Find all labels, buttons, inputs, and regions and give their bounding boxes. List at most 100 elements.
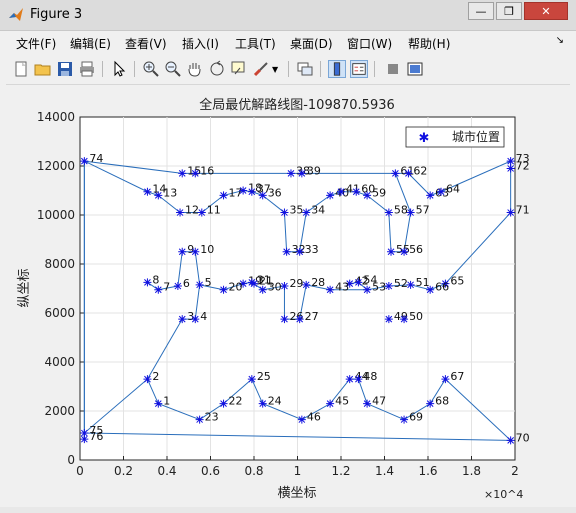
city-label: 22	[229, 395, 243, 408]
city-marker-icon	[143, 375, 152, 384]
menu-view[interactable]: 查看(V)	[125, 35, 167, 52]
show-plot-tools-icon[interactable]	[406, 60, 424, 78]
city-label: 31	[257, 273, 271, 286]
toolbar: ▼	[6, 56, 570, 85]
city-marker-icon	[426, 399, 435, 408]
city-marker-icon	[404, 169, 413, 178]
close-button[interactable]: ✕	[524, 2, 568, 20]
city-marker-icon	[297, 169, 306, 178]
city-marker-icon	[191, 315, 200, 324]
x-tick-label: 0	[76, 464, 84, 478]
x-tick-label: 1.4	[375, 464, 394, 478]
city-label: 23	[205, 411, 219, 424]
menu-insert[interactable]: 插入(I)	[182, 35, 219, 52]
menu-help[interactable]: 帮助(H)	[408, 35, 450, 52]
zoom-out-icon[interactable]	[164, 60, 182, 78]
matlab-logo-icon	[9, 8, 23, 21]
restore-button[interactable]: ❐	[496, 2, 522, 20]
city-marker-icon	[258, 399, 267, 408]
city-label: 32	[292, 243, 306, 256]
city-label: 48	[363, 370, 377, 383]
city-label: 66	[435, 281, 449, 294]
select-arrow-icon[interactable]	[110, 60, 128, 78]
legend[interactable]: ✱ 城市位置	[405, 126, 505, 148]
city-label: 10	[200, 243, 214, 256]
city-marker-icon	[363, 399, 372, 408]
y-axis-label: 纵坐标	[17, 268, 32, 307]
menu-overflow-icon[interactable]: ↘	[556, 35, 564, 46]
title-bar: Figure 3 — ❐ ✕	[0, 0, 576, 31]
menu-desktop[interactable]: 桌面(D)	[290, 35, 333, 52]
city-label: 52	[394, 277, 408, 290]
x-tick-label: 0.4	[157, 464, 176, 478]
city-marker-icon	[437, 187, 446, 196]
city-marker-icon	[247, 187, 256, 196]
city-marker-icon	[506, 157, 515, 166]
city-label: 46	[307, 411, 321, 424]
minimize-button[interactable]: —	[468, 2, 494, 20]
rotate-3d-icon[interactable]	[208, 60, 226, 78]
zoom-in-icon[interactable]	[142, 60, 160, 78]
menu-window[interactable]: 窗口(W)	[347, 35, 392, 52]
city-marker-icon	[426, 191, 435, 200]
colorbar-icon[interactable]	[328, 60, 346, 78]
x-tick-label: 0.6	[201, 464, 220, 478]
legend-icon[interactable]	[350, 60, 368, 78]
x-tick-label: 1.8	[462, 464, 481, 478]
menu-file[interactable]: 文件(F)	[16, 35, 56, 52]
city-marker-icon	[384, 208, 393, 217]
city-label: 73	[516, 152, 530, 165]
city-marker-icon	[219, 285, 228, 294]
city-marker-icon	[80, 435, 89, 444]
city-label: 65	[450, 275, 464, 288]
city-label: 58	[394, 204, 408, 217]
brush-icon[interactable]	[252, 60, 270, 78]
city-label: 34	[311, 204, 325, 217]
hide-plot-tools-icon[interactable]	[384, 60, 402, 78]
city-marker-icon	[426, 285, 435, 294]
city-label: 15	[187, 164, 201, 177]
brush-dropdown-icon[interactable]: ▼	[272, 65, 280, 83]
city-marker-icon	[345, 375, 354, 384]
new-figure-icon[interactable]	[12, 60, 30, 78]
pan-hand-icon[interactable]	[186, 60, 204, 78]
city-marker-icon	[219, 191, 228, 200]
city-label: 54	[363, 273, 377, 286]
route-chart[interactable]: 0 0.2 0.4 0.6 0.8 1 1.2 1.4 1.6 1.8 20200040006000…	[6, 86, 570, 507]
city-label: 8	[152, 273, 159, 286]
menu-tools[interactable]: 工具(T)	[235, 35, 276, 52]
city-marker-icon	[400, 315, 409, 324]
city-marker-icon	[176, 208, 185, 217]
y-tick-label: 2000	[44, 404, 75, 418]
print-icon[interactable]	[78, 60, 96, 78]
city-label: 7	[163, 281, 170, 294]
open-file-icon[interactable]	[34, 60, 52, 78]
x-tick-label: 2	[511, 464, 519, 478]
city-marker-icon	[178, 247, 187, 256]
city-label: 50	[409, 310, 423, 323]
city-label: 20	[229, 281, 243, 294]
save-icon[interactable]	[56, 60, 74, 78]
city-marker-icon	[195, 415, 204, 424]
figure-canvas: 0 0.2 0.4 0.6 0.8 1 1.2 1.4 1.6 1.8 2 0 2000 4000 6000…	[6, 86, 570, 507]
city-label: 28	[311, 276, 325, 289]
city-label: 12	[185, 204, 199, 217]
city-marker-icon	[354, 375, 363, 384]
city-marker-icon	[247, 278, 256, 287]
city-marker-icon	[441, 375, 450, 384]
city-label: 2	[152, 370, 159, 383]
city-marker-icon	[506, 208, 515, 217]
city-label: 74	[89, 152, 103, 165]
city-label: 45	[335, 395, 349, 408]
menu-edit[interactable]: 编辑(E)	[70, 35, 111, 52]
city-label: 70	[516, 431, 530, 444]
window-title: Figure 3	[30, 7, 83, 22]
city-marker-icon	[295, 315, 304, 324]
city-marker-icon	[154, 399, 163, 408]
link-plot-icon[interactable]	[296, 60, 314, 78]
city-marker-icon	[154, 285, 163, 294]
data-cursor-icon[interactable]	[230, 60, 248, 78]
city-label: 33	[305, 243, 319, 256]
city-marker-icon	[363, 285, 372, 294]
city-label: 61	[400, 164, 414, 177]
